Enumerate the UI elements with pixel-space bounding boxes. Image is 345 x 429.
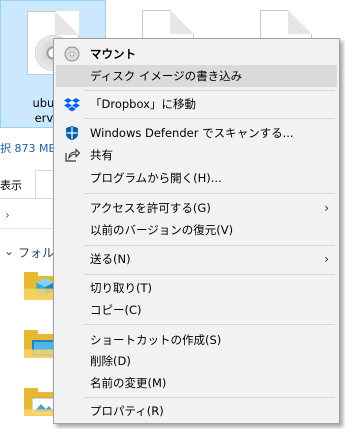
menu-separator bbox=[84, 324, 335, 325]
menu-item-delete[interactable]: 削除(D) bbox=[56, 350, 337, 372]
menu-item-label: 以前のバージョンの復元(V) bbox=[90, 223, 234, 237]
menu-separator bbox=[84, 397, 335, 398]
chevron-down-icon[interactable]: ⌄ bbox=[4, 244, 14, 258]
context-menu: マウント ディスク イメージの書き込み 「Dropbox」に移動 Windows… bbox=[53, 38, 340, 424]
menu-separator bbox=[84, 245, 335, 246]
menu-item-label: ショートカットの作成(S) bbox=[90, 333, 222, 347]
menu-item-label: マウント bbox=[90, 47, 136, 61]
menu-item-burn-disc-image[interactable]: ディスク イメージの書き込み bbox=[56, 65, 337, 87]
status-selection-size: 択 873 MB bbox=[0, 142, 57, 155]
address-divider bbox=[0, 228, 60, 229]
menu-item-copy[interactable]: コピー(C) bbox=[56, 299, 337, 321]
menu-item-open-with[interactable]: プログラムから開く(H)... bbox=[56, 167, 337, 189]
menu-item-label: プロパティ(R) bbox=[90, 404, 164, 418]
menu-item-share[interactable]: 共有 bbox=[56, 144, 337, 166]
menu-item-restore-previous[interactable]: 以前のバージョンの復元(V) bbox=[56, 219, 337, 241]
menu-item-label: 名前の変更(M) bbox=[90, 376, 167, 390]
menu-separator bbox=[84, 90, 335, 91]
windows-defender-icon bbox=[64, 125, 80, 141]
chevron-right-icon: › bbox=[324, 252, 329, 266]
menu-item-cut[interactable]: 切り取り(T) bbox=[56, 277, 337, 299]
menu-item-label: アクセスを許可する(G) bbox=[90, 201, 211, 215]
menu-item-label: コピー(C) bbox=[90, 303, 142, 317]
menu-separator bbox=[84, 274, 335, 275]
dropbox-icon bbox=[64, 96, 80, 112]
menu-item-move-to-dropbox[interactable]: 「Dropbox」に移動 bbox=[56, 93, 337, 115]
menu-item-scan-defender[interactable]: Windows Defender でスキャンする... bbox=[56, 122, 337, 144]
menu-separator bbox=[84, 118, 335, 119]
share-icon bbox=[64, 147, 81, 163]
chevron-right-icon: › bbox=[324, 201, 329, 215]
menu-item-grant-access[interactable]: アクセスを許可する(G) › bbox=[56, 197, 337, 219]
menu-item-label: 送る(N) bbox=[90, 252, 131, 266]
menu-item-label: 「Dropbox」に移動 bbox=[90, 97, 196, 111]
menu-item-label: ディスク イメージの書き込み bbox=[90, 69, 243, 83]
menu-item-label: 共有 bbox=[90, 148, 113, 162]
tree-folder-label[interactable]: フォル bbox=[18, 244, 54, 261]
menu-separator bbox=[84, 193, 335, 194]
menu-item-label: 切り取り(T) bbox=[90, 281, 152, 295]
chevron-right-icon[interactable]: › bbox=[5, 208, 10, 222]
menu-item-properties[interactable]: プロパティ(R) bbox=[56, 400, 337, 422]
ribbon-divider bbox=[0, 198, 60, 199]
disc-icon bbox=[64, 46, 80, 62]
menu-item-label: プログラムから開く(H)... bbox=[90, 171, 222, 185]
menu-item-rename[interactable]: 名前の変更(M) bbox=[56, 372, 337, 394]
menu-item-mount[interactable]: マウント bbox=[56, 43, 337, 65]
menu-item-create-shortcut[interactable]: ショートカットの作成(S) bbox=[56, 329, 337, 351]
menu-item-label: Windows Defender でスキャンする... bbox=[90, 126, 294, 140]
menu-item-send-to[interactable]: 送る(N) › bbox=[56, 248, 337, 270]
ribbon-tab-view[interactable]: 表示 bbox=[0, 177, 22, 193]
menu-item-label: 削除(D) bbox=[90, 354, 131, 368]
